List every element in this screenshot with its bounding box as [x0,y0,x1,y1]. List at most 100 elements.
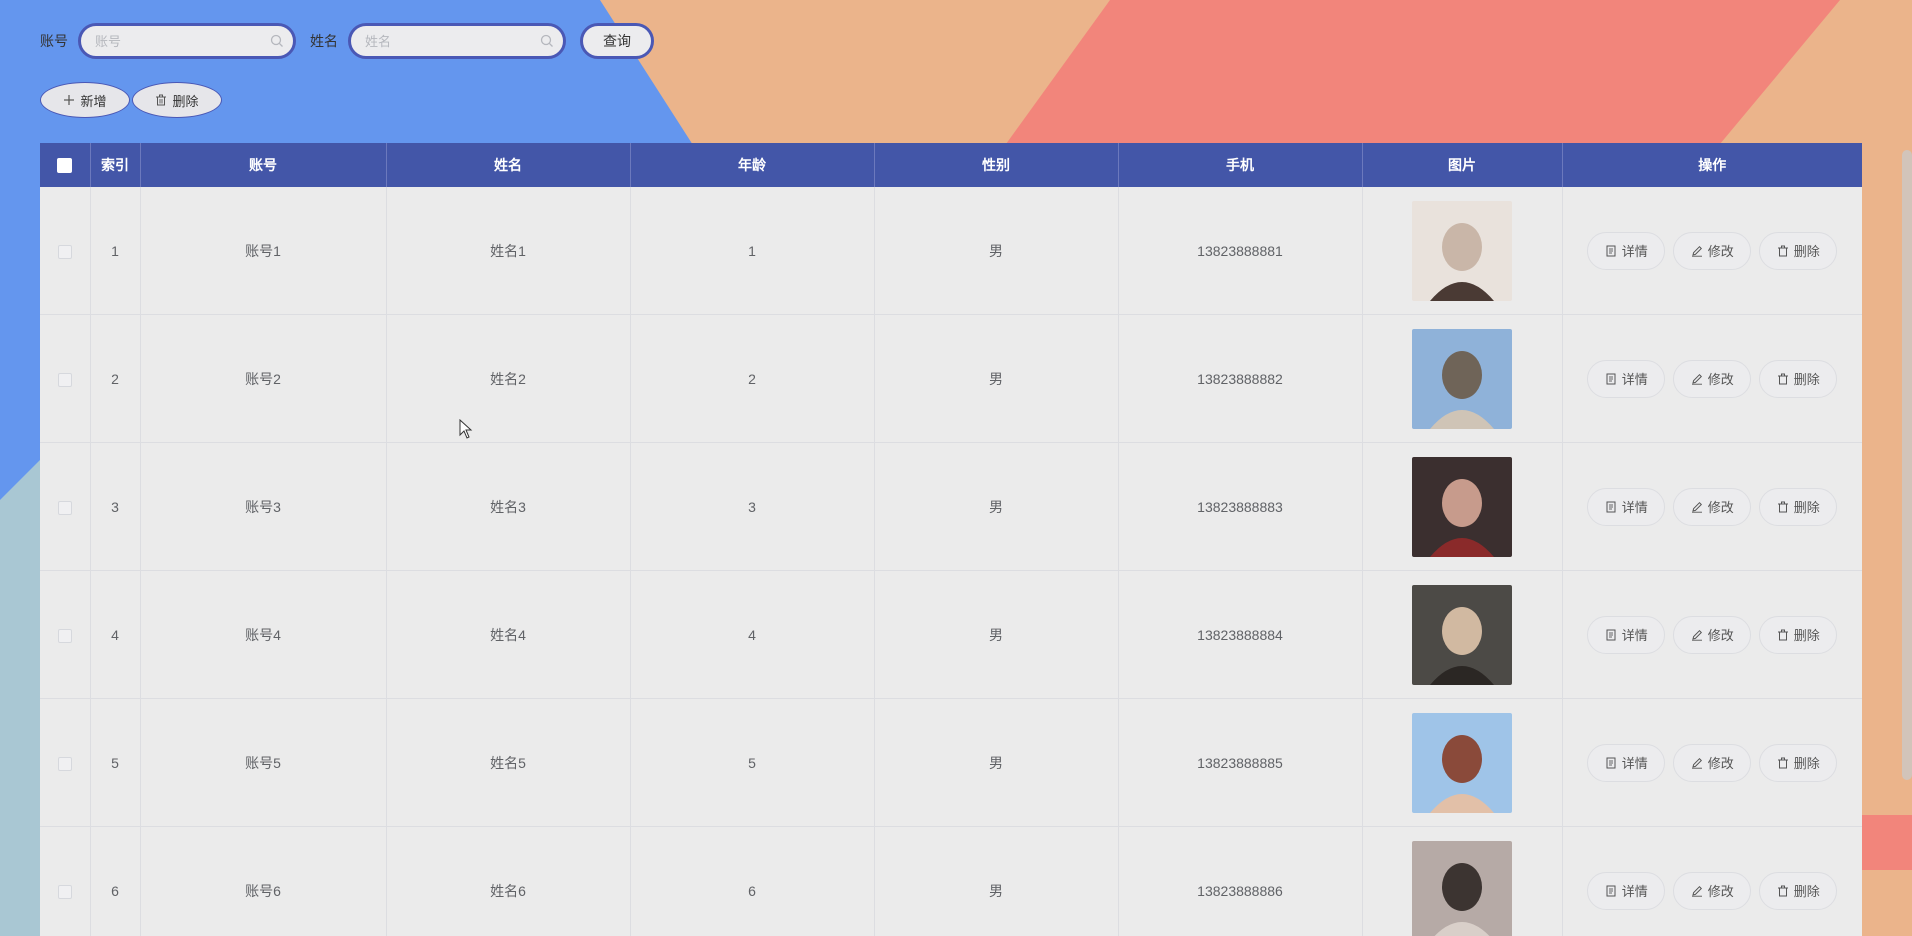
cell-actions: 详情 修改 删除 [1562,698,1862,827]
delete-button-label: 删除 [1793,884,1820,899]
trash-icon [1777,501,1789,513]
edit-button[interactable]: 修改 [1673,615,1752,654]
cell-gender: 男 [874,570,1119,699]
pencil-icon [1691,245,1703,257]
delete-button[interactable]: 删除 [1759,743,1838,782]
table-header-row: 索引 账号 姓名 年龄 性别 手机 图片 操作 [40,143,1862,187]
name-label: 姓名 [310,33,338,49]
detail-button[interactable]: 详情 [1587,615,1666,654]
table-row[interactable]: 5 账号5 姓名5 5 男 13823888885 详情 修改 删除 [40,698,1862,827]
cell-index: 4 [90,570,141,699]
name-input[interactable] [351,26,535,56]
header-select-all[interactable] [40,143,91,187]
detail-button[interactable]: 详情 [1587,487,1666,526]
plus-icon [63,94,75,106]
header-actions: 操作 [1562,143,1862,187]
cell-phone: 13823888886 [1118,826,1363,936]
edit-button[interactable]: 修改 [1673,487,1752,526]
table-row[interactable]: 1 账号1 姓名1 1 男 13823888881 详情 修改 删除 [40,187,1862,315]
edit-button-label: 修改 [1707,884,1734,899]
table-row[interactable]: 4 账号4 姓名4 4 男 13823888884 详情 修改 删除 [40,570,1862,699]
row-checkbox[interactable] [57,500,72,515]
cell-phone: 13823888881 [1118,187,1363,315]
cell-index: 1 [90,187,141,315]
delete-button[interactable]: 删除 [1759,487,1838,526]
add-button[interactable]: 新增 [40,82,130,118]
search-icon [540,34,553,47]
edit-button[interactable]: 修改 [1673,743,1752,782]
cell-gender: 男 [874,698,1119,827]
edit-button-label: 修改 [1707,244,1734,259]
header-gender: 性别 [874,143,1119,187]
trash-icon [1777,245,1789,257]
bulk-delete-button[interactable]: 删除 [132,82,222,118]
header-name: 姓名 [386,143,631,187]
cell-name: 姓名6 [386,826,631,936]
trash-icon [1777,885,1789,897]
edit-button[interactable]: 修改 [1673,871,1752,910]
user-photo [1412,328,1512,429]
row-checkbox[interactable] [57,756,72,771]
search-bar: 账号 姓名 查询 [40,22,654,60]
mouse-cursor-icon [459,419,473,439]
pencil-icon [1691,501,1703,513]
name-search-box[interactable] [348,23,566,59]
search-icon [270,34,283,47]
detail-button[interactable]: 详情 [1587,743,1666,782]
detail-button[interactable]: 详情 [1587,359,1666,398]
detail-button[interactable]: 详情 [1587,871,1666,910]
bg-teal [0,460,40,936]
cell-name: 姓名2 [386,314,631,443]
document-icon [1605,501,1617,513]
row-select-cell[interactable] [40,442,91,571]
header-index: 索引 [90,143,141,187]
cell-photo [1362,570,1563,699]
account-input[interactable] [81,26,265,56]
cell-phone: 13823888883 [1118,442,1363,571]
table-row[interactable]: 6 账号6 姓名6 6 男 13823888886 详情 修改 删除 [40,826,1862,936]
delete-button[interactable]: 删除 [1759,615,1838,654]
delete-button[interactable]: 删除 [1759,871,1838,910]
row-select-cell[interactable] [40,314,91,443]
row-select-cell[interactable] [40,187,91,315]
table-row[interactable]: 3 账号3 姓名3 3 男 13823888883 详情 修改 删除 [40,442,1862,571]
cell-index: 3 [90,442,141,571]
select-all-checkbox[interactable] [57,158,73,174]
cell-photo [1362,314,1563,443]
row-checkbox[interactable] [57,628,72,643]
row-checkbox[interactable] [57,244,72,259]
row-select-cell[interactable] [40,698,91,827]
account-search-box[interactable] [78,23,296,59]
detail-button-label: 详情 [1621,372,1648,387]
cell-name: 姓名1 [386,187,631,315]
row-select-cell[interactable] [40,826,91,936]
query-button[interactable]: 查询 [580,23,654,59]
delete-button[interactable]: 删除 [1759,231,1838,270]
edit-button-label: 修改 [1707,500,1734,515]
cell-index: 2 [90,314,141,443]
cell-account: 账号2 [140,314,387,443]
cell-age: 1 [630,187,875,315]
table-row[interactable]: 2 账号2 姓名2 2 男 13823888882 详情 修改 删除 [40,314,1862,443]
row-select-cell[interactable] [40,570,91,699]
cell-gender: 男 [874,442,1119,571]
cell-age: 6 [630,826,875,936]
pencil-icon [1691,757,1703,769]
delete-button-label: 删除 [1793,756,1820,771]
row-checkbox[interactable] [57,372,72,387]
cell-age: 5 [630,698,875,827]
row-checkbox[interactable] [57,884,72,899]
cell-age: 4 [630,570,875,699]
vertical-scrollbar[interactable] [1902,150,1912,780]
cell-phone: 13823888882 [1118,314,1363,443]
delete-button[interactable]: 删除 [1759,359,1838,398]
cell-photo [1362,187,1563,315]
edit-button[interactable]: 修改 [1673,231,1752,270]
edit-button[interactable]: 修改 [1673,359,1752,398]
detail-button[interactable]: 详情 [1587,231,1666,270]
user-photo [1412,200,1512,301]
header-phone: 手机 [1118,143,1363,187]
pencil-icon [1691,373,1703,385]
user-photo [1412,584,1512,685]
account-label: 账号 [40,33,68,49]
